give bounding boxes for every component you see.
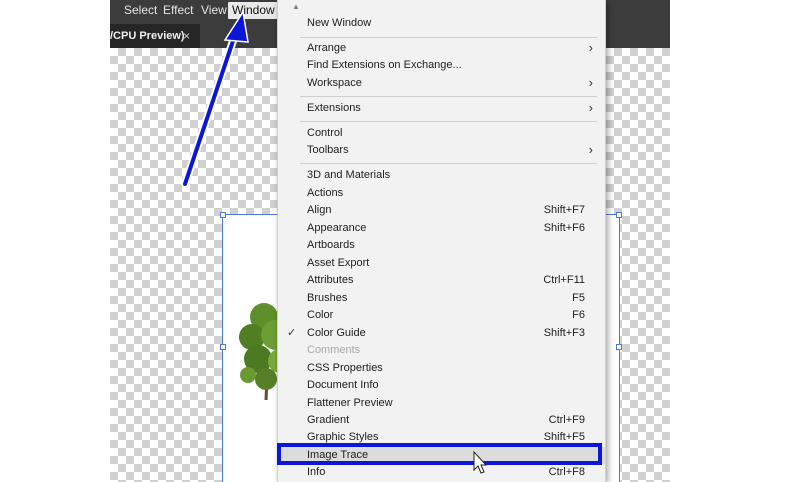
menu-item-shortcut: Shift+F6 [543, 222, 585, 234]
menu-item-label: Gradient [307, 414, 350, 426]
menu-item-label: Asset Export [307, 257, 370, 269]
document-tab[interactable]: /CPU Preview) × [110, 24, 200, 48]
menu-item-extensions[interactable]: Extensions › [278, 100, 605, 117]
menu-item-label: Arrange [307, 42, 347, 54]
menu-item-shortcut: Ctrl+F11 [543, 274, 585, 286]
menu-item-label: Color [307, 309, 334, 321]
menu-item-label: Info [307, 466, 326, 478]
menu-item-shortcut: Shift+F7 [543, 204, 585, 216]
menu-item-label: Align [307, 204, 332, 216]
menu-item-label: Comments [307, 344, 361, 356]
menu-item-label: 3D and Materials [307, 169, 391, 181]
menu-item-label: New Window [307, 17, 372, 29]
menu-item-label: Brushes [307, 292, 348, 304]
menu-select[interactable]: Select [122, 3, 159, 18]
menu-item-document-info[interactable]: Document Info [278, 377, 605, 394]
menu-item-control[interactable]: Control [278, 125, 605, 142]
menu-view[interactable]: View [199, 3, 229, 18]
menu-window[interactable]: Window [228, 2, 279, 19]
menu-item-label: Toolbars [307, 144, 349, 156]
menu-item-workspace[interactable]: Workspace › [278, 75, 605, 92]
chevron-right-icon: › [588, 100, 593, 115]
document-tab-title: /CPU Preview) [110, 30, 185, 42]
menu-item-label: Attributes [307, 274, 354, 286]
menu-item-comments: Comments [278, 342, 605, 359]
menu-separator [300, 96, 597, 97]
window-menu-dropdown: ▲ New Window Arrange › Find Extensions on… [277, 0, 606, 482]
menu-item-shortcut: Shift+F3 [543, 327, 585, 339]
close-icon[interactable]: × [183, 24, 190, 48]
menu-item-flattener-preview[interactable]: Flattener Preview [278, 395, 605, 412]
menu-item-align[interactable]: Align Shift+F7 [278, 202, 605, 219]
menu-item-label: Color Guide [307, 327, 366, 339]
menu-item-find-extensions[interactable]: Find Extensions on Exchange... [278, 57, 605, 74]
menu-item-label: CSS Properties [307, 362, 383, 374]
menu-item-label: Document Info [307, 379, 379, 391]
menu-effect[interactable]: Effect [161, 3, 195, 18]
menu-item-color[interactable]: Color F6 [278, 307, 605, 324]
chevron-right-icon: › [588, 142, 593, 157]
checkmark-icon: ✓ [287, 327, 297, 339]
selection-handle[interactable] [616, 212, 622, 218]
menu-item-shortcut: Ctrl+F9 [548, 414, 585, 426]
menu-item-label: Flattener Preview [307, 397, 393, 409]
menu-separator [300, 37, 597, 38]
menu-item-appearance[interactable]: Appearance Shift+F6 [278, 220, 605, 237]
menu-item-3d-and-materials[interactable]: 3D and Materials [278, 167, 605, 184]
menu-item-toolbars[interactable]: Toolbars › [278, 142, 605, 159]
menu-item-label: Artboards [307, 239, 355, 251]
menu-item-css-properties[interactable]: CSS Properties [278, 360, 605, 377]
menu-item-label: Find Extensions on Exchange... [307, 59, 462, 71]
menu-item-gradient[interactable]: Gradient Ctrl+F9 [278, 412, 605, 429]
scroll-up-icon[interactable]: ▲ [292, 2, 300, 11]
menu-item-arrange[interactable]: Arrange › [278, 40, 605, 57]
selection-handle[interactable] [220, 212, 226, 218]
menu-item-label: Appearance [307, 222, 367, 234]
menu-item-info[interactable]: Info Ctrl+F8 [278, 464, 605, 481]
menu-item-label: Workspace [307, 77, 362, 89]
menu-item-actions[interactable]: Actions [278, 185, 605, 202]
menu-item-label: Control [307, 127, 343, 139]
selection-handle[interactable] [616, 344, 622, 350]
menu-item-color-guide[interactable]: ✓ Color Guide Shift+F3 [278, 325, 605, 342]
menu-item-artboards[interactable]: Artboards [278, 237, 605, 254]
menu-item-label: Actions [307, 187, 344, 199]
chevron-right-icon: › [588, 40, 593, 55]
menu-item-new-window[interactable]: New Window [278, 15, 605, 32]
highlight-box [277, 443, 602, 465]
chevron-right-icon: › [588, 75, 593, 90]
menu-item-brushes[interactable]: Brushes F5 [278, 290, 605, 307]
selection-handle[interactable] [220, 344, 226, 350]
menu-item-attributes[interactable]: Attributes Ctrl+F11 [278, 272, 605, 289]
menu-item-asset-export[interactable]: Asset Export [278, 255, 605, 272]
menu-item-shortcut: F6 [572, 309, 585, 321]
menu-item-label: Extensions [307, 102, 361, 114]
menu-separator [300, 163, 597, 164]
menu-item-shortcut: Ctrl+F8 [548, 466, 585, 478]
menu-separator [300, 121, 597, 122]
menu-item-shortcut: F5 [572, 292, 585, 304]
